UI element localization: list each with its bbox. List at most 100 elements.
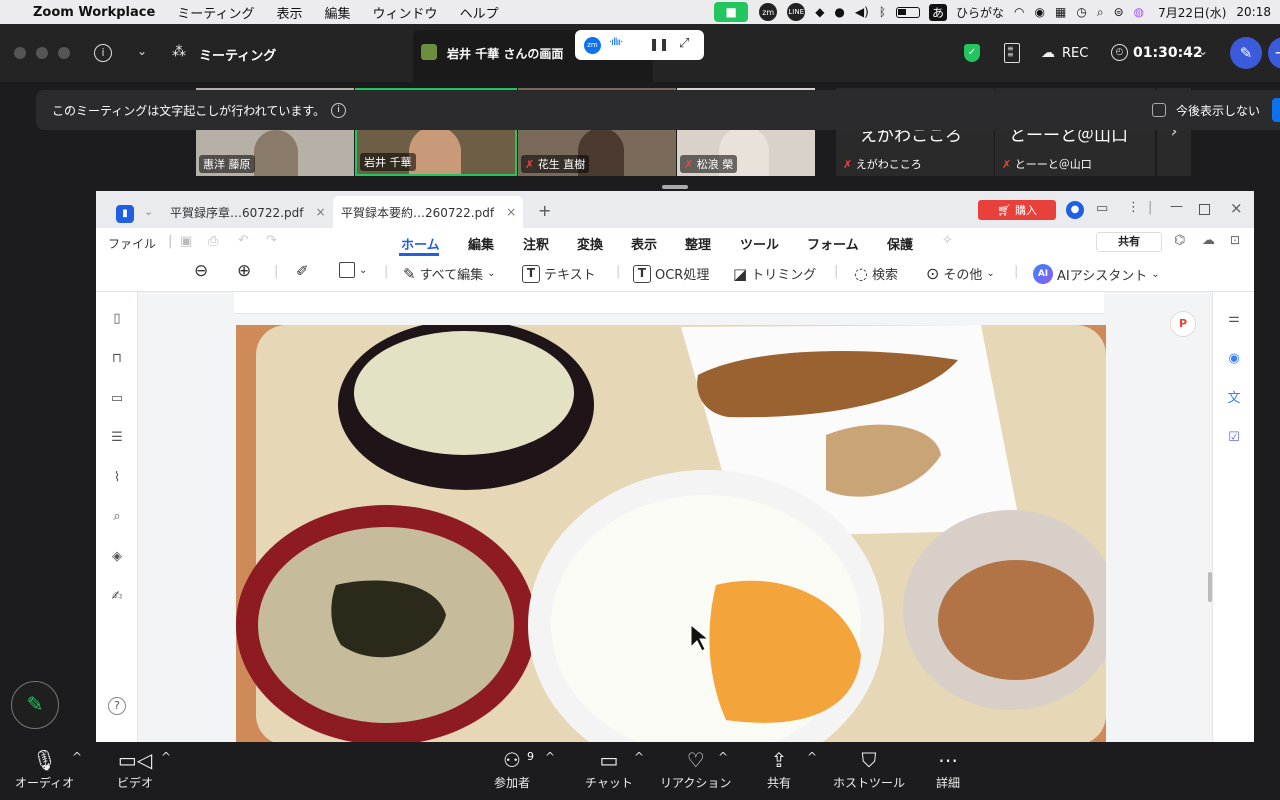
ai-assistant-tool[interactable]: AI AIアシスタント ⌄ xyxy=(1033,264,1160,284)
more-tool[interactable]: ⊙ その他 ⌄ xyxy=(926,264,995,283)
text-tool[interactable]: T テキスト xyxy=(522,264,596,283)
document-canvas[interactable] xyxy=(138,292,1212,742)
timer-chevron-icon[interactable]: ⌄ xyxy=(1198,44,1208,58)
expand-icon[interactable]: ⤢ xyxy=(679,36,689,51)
pause-icon[interactable]: ❚❚ xyxy=(649,37,669,51)
print-icon[interactable]: ⎙ xyxy=(208,234,218,249)
save-icon[interactable]: ▣ xyxy=(180,234,192,249)
security-shield-icon[interactable]: ✓ xyxy=(964,44,980,62)
layers-list-icon[interactable]: ☰ xyxy=(108,429,126,447)
tab-document-2[interactable]: 平賀録本要約…260722.pdf × xyxy=(333,196,523,228)
info-icon[interactable]: i xyxy=(94,44,112,62)
comment-icon[interactable]: ▭ xyxy=(108,390,126,408)
dont-show-label[interactable]: 今後表示しない xyxy=(1176,102,1260,119)
rec-label[interactable]: REC xyxy=(1062,46,1088,61)
menu-tab-organize[interactable]: 整理 xyxy=(685,234,711,253)
share-caret-icon[interactable]: ^ xyxy=(807,750,817,764)
video-options-caret-icon[interactable]: ^ xyxy=(161,750,171,764)
undo-icon[interactable]: ↶ xyxy=(238,233,249,248)
time-machine-icon[interactable]: ◷ xyxy=(1071,5,1091,19)
check-task-icon[interactable]: ☑ xyxy=(1225,429,1243,447)
battery-icon[interactable] xyxy=(891,6,925,18)
tab-list-chevron-icon[interactable]: ⌄ xyxy=(144,205,153,218)
maximize-icon[interactable] xyxy=(1199,204,1210,215)
audio-button[interactable]: 🎙︎ オーディオ xyxy=(15,746,74,791)
input-mode-label[interactable]: ひらがな xyxy=(951,4,1009,21)
zm-icon[interactable]: zm xyxy=(759,3,778,21)
bookmark-icon[interactable]: ⊓ xyxy=(108,350,126,368)
share-screen-button[interactable]: ⇪ 共有 xyxy=(767,746,791,791)
siri-icon[interactable]: ◍ xyxy=(1129,5,1149,19)
menu-tab-protect[interactable]: 保護 xyxy=(887,234,913,253)
layers-icon[interactable]: ◈ xyxy=(108,548,126,566)
tab-document-1[interactable]: 平賀録序章…60722.pdf × xyxy=(162,196,332,228)
menu-tab-home[interactable]: ホーム xyxy=(401,234,440,253)
menu-help[interactable]: ヘルプ xyxy=(449,3,510,22)
transcript-icon[interactable]: ≡ ≡ xyxy=(1004,43,1020,63)
search-tool[interactable]: ◌ 検索 xyxy=(854,264,898,283)
redo-icon[interactable]: ↷ xyxy=(266,233,277,248)
buy-button[interactable]: 🛒︎ 購入 xyxy=(978,200,1056,220)
feedback-icon[interactable]: ▭ xyxy=(1096,201,1108,216)
line-icon[interactable]: LINE xyxy=(787,3,806,21)
lightbulb-icon[interactable]: ✧ xyxy=(942,233,953,248)
menu-tab-convert[interactable]: 変換 xyxy=(577,234,603,253)
sync-icon[interactable]: ● xyxy=(829,5,849,19)
dropbox-icon[interactable]: ◆ xyxy=(810,5,829,19)
properties-sliders-icon[interactable]: ⚌ xyxy=(1225,310,1243,328)
keyboard-icon[interactable]: ▦ xyxy=(1050,5,1071,19)
shape-tool[interactable]: ⌄ xyxy=(339,262,367,278)
more-button[interactable]: ⋯ 詳細 xyxy=(936,746,960,791)
participants-caret-icon[interactable]: ^ xyxy=(545,750,555,764)
app-menu[interactable]: Zoom Workplace xyxy=(22,5,166,20)
meeting-label[interactable]: ミーティング xyxy=(199,45,276,64)
window-close-button[interactable] xyxy=(14,47,26,59)
close-window-icon[interactable]: × xyxy=(1230,199,1243,217)
menu-tab-edit[interactable]: 編集 xyxy=(468,234,494,253)
ai-robot-icon[interactable]: ◉ xyxy=(1225,350,1243,368)
banner-info-icon[interactable]: i xyxy=(331,102,347,118)
help-icon[interactable]: ? xyxy=(108,697,126,715)
bluetooth-icon[interactable]: ᛒ xyxy=(874,5,891,19)
window-zoom-button[interactable] xyxy=(58,47,70,59)
edit-all-tool[interactable]: ✎ すべて編集 ⌄ xyxy=(403,264,496,284)
video-button[interactable]: ▭◁ ビデオ xyxy=(117,746,153,791)
tab-close-icon[interactable]: × xyxy=(315,205,325,219)
control-center-icon[interactable]: ⊜ xyxy=(1109,5,1129,19)
menu-edit[interactable]: 編集 xyxy=(314,3,362,22)
user-icon[interactable]: ◉ xyxy=(1030,5,1050,19)
audio-options-caret-icon[interactable]: ^ xyxy=(72,750,82,764)
menu-tab-annotate[interactable]: 注釈 xyxy=(523,234,549,253)
dont-show-checkbox[interactable] xyxy=(1152,103,1166,117)
cloud-upload-icon[interactable]: ☁ xyxy=(1202,233,1215,248)
ocr-tool[interactable]: T OCR処理 xyxy=(633,264,709,283)
banner-action-button[interactable] xyxy=(1272,98,1280,122)
resize-handle[interactable] xyxy=(662,185,688,189)
more-vertical-icon[interactable]: ⋮ xyxy=(1127,200,1140,215)
menu-view[interactable]: 表示 xyxy=(266,3,314,22)
search-sidebar-icon[interactable]: ⌕ xyxy=(108,508,126,526)
signature-icon[interactable]: ✍︎ xyxy=(108,588,126,606)
annotate-pen-icon[interactable]: ✎ xyxy=(1230,37,1262,69)
menu-tab-forms[interactable]: フォーム xyxy=(807,234,859,253)
input-mode-icon[interactable]: あ xyxy=(929,3,948,21)
wifi-icon[interactable]: ◠ xyxy=(1009,5,1029,19)
spotlight-icon[interactable]: ⌕ xyxy=(1092,5,1109,20)
new-tab-icon[interactable]: + xyxy=(538,201,551,220)
recording-mini-widget[interactable]: zm ·ıllıı· ❚❚ ⤢ xyxy=(575,30,704,60)
account-avatar-icon[interactable]: ● xyxy=(1066,201,1084,219)
window-minimize-button[interactable] xyxy=(36,47,48,59)
participants-button[interactable]: ⚇ 参加者 xyxy=(494,746,530,791)
host-tools-button[interactable]: ⛉ ホストツール xyxy=(833,746,905,791)
chat-button[interactable]: ▭ チャット xyxy=(585,746,633,791)
share-button[interactable]: 共有 xyxy=(1096,232,1162,252)
trim-tool[interactable]: ◪ トリミング xyxy=(733,264,816,284)
translate-icon[interactable]: 文 xyxy=(1225,390,1243,408)
reaction-caret-icon[interactable]: ^ xyxy=(718,750,728,764)
menu-window[interactable]: ウィンドウ xyxy=(362,3,449,22)
zoom-camera-icon[interactable]: ■ xyxy=(714,2,749,22)
chevron-down-icon[interactable]: ⌄ xyxy=(137,44,147,58)
collapse-ribbon-icon[interactable]: ⊡ xyxy=(1230,233,1240,247)
sitemap-icon[interactable]: ⌬ xyxy=(1174,233,1185,248)
menu-meeting[interactable]: ミーティング xyxy=(166,3,265,22)
